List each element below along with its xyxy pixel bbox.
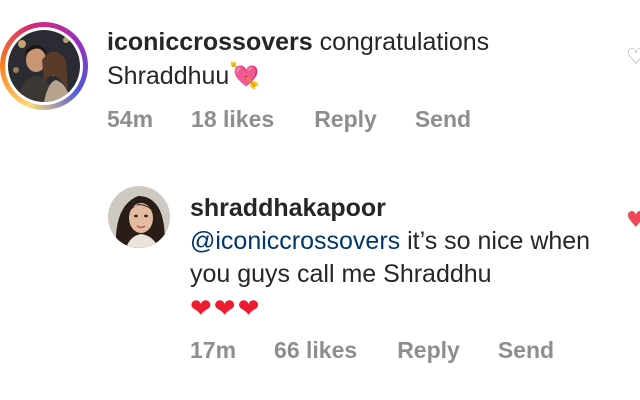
comment-body: iconiccrossovers congratulations Shraddh… [107, 26, 577, 93]
send-button[interactable]: Send [498, 337, 554, 364]
comment-username[interactable]: iconiccrossovers [107, 28, 313, 56]
red-hearts-emoji: ❤❤❤ [190, 294, 262, 324]
heart-filled-icon[interactable]: ♥ [626, 210, 640, 232]
avatar-ring-gap [5, 27, 83, 105]
reply-button[interactable]: Reply [397, 337, 460, 364]
reply-time: 17m [190, 337, 237, 363]
reply-body: shraddhakapoor @iconiccrossovers it’s so… [190, 192, 620, 326]
avatar-photo-image [8, 30, 80, 102]
comment-meta: 54m 18 likes Reply Send [107, 106, 509, 133]
comment-likes-count[interactable]: 18 likes [191, 106, 274, 133]
mention-link[interactable]: @iconiccrossovers [190, 227, 400, 255]
reply-username[interactable]: shraddhakapoor [190, 194, 386, 222]
avatar-photo-image [108, 186, 170, 248]
reply-likes-count[interactable]: 66 likes [274, 337, 357, 364]
story-ring-avatar[interactable] [0, 22, 88, 110]
avatar-shraddhakapoor[interactable] [108, 186, 170, 248]
heart-outline-icon[interactable]: ♡ [626, 47, 640, 69]
avatar-iconiccrossovers [8, 30, 80, 102]
send-button[interactable]: Send [415, 106, 471, 133]
heart-arrow-emoji: 💘 [229, 61, 261, 90]
comment-time: 54m [107, 106, 154, 132]
reply-button[interactable]: Reply [314, 106, 377, 133]
reply-meta: 17m 66 likes Reply Send [190, 337, 592, 364]
